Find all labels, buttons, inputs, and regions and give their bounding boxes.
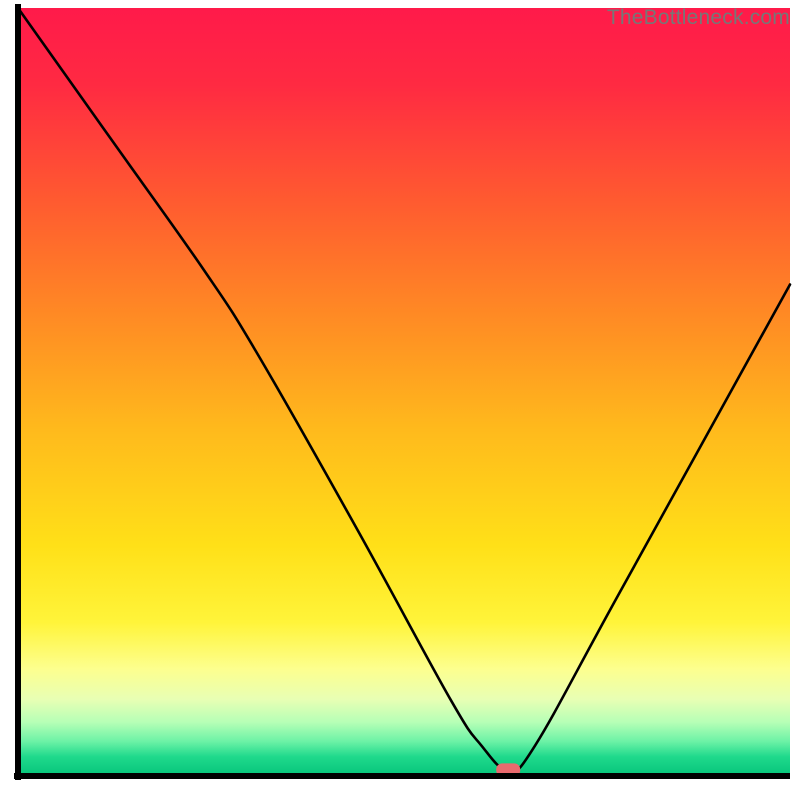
chart-overlay bbox=[18, 8, 790, 776]
bottleneck-curve bbox=[18, 8, 790, 771]
watermark-text: TheBottleneck.com bbox=[607, 6, 790, 30]
chart-container: TheBottleneck.com bbox=[0, 0, 800, 800]
plot-area bbox=[18, 8, 790, 776]
